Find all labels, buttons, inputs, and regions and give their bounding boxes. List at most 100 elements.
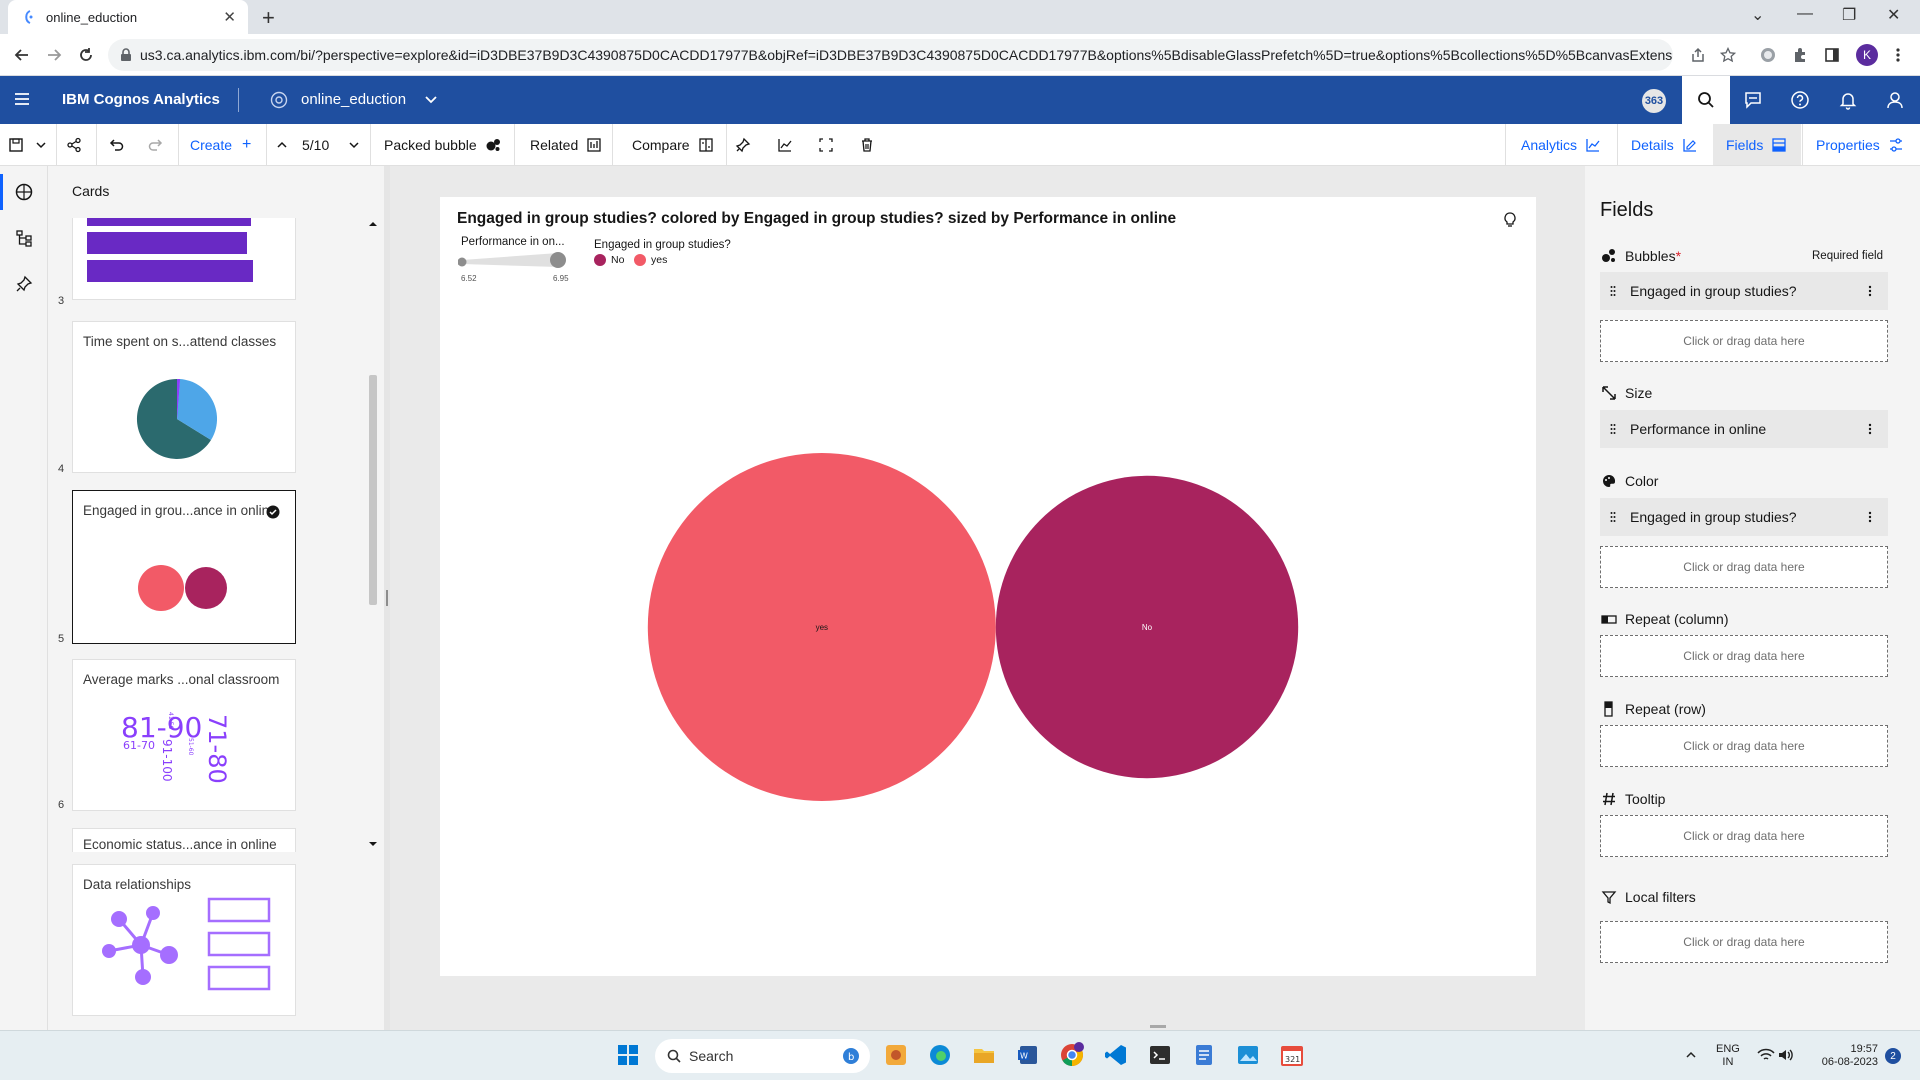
notification-badge[interactable]: 2 (1885, 1048, 1901, 1064)
save-icon[interactable] (8, 124, 24, 166)
taskbar-search-label: Search (689, 1048, 734, 1064)
hamburger-menu-icon[interactable] (12, 89, 32, 109)
bookmark-star-icon[interactable] (1718, 45, 1738, 65)
photos-icon[interactable] (1234, 1041, 1262, 1069)
focus-expand-icon[interactable] (818, 124, 834, 166)
extensions-puzzle-icon[interactable] (1790, 45, 1810, 65)
word-cloud-term: 71-80 (203, 714, 231, 784)
card-thumbnail-selected[interactable]: Engaged in grou...ance in online (72, 490, 296, 644)
repeat-row-dropzone[interactable]: Click or drag data here (1600, 725, 1888, 767)
create-button[interactable]: Create + (190, 124, 251, 166)
cards-scroll-thumb[interactable] (369, 375, 377, 605)
tooltip-dropzone[interactable]: Click or drag data here (1600, 815, 1888, 857)
card-thumbnail[interactable] (72, 218, 296, 300)
save-menu-chevron-icon[interactable] (35, 124, 47, 166)
search-icon[interactable] (1682, 76, 1730, 124)
widgets-icon[interactable] (882, 1041, 910, 1069)
cards-panel-title: Cards (72, 183, 110, 199)
extension-shield-icon[interactable] (1758, 45, 1778, 65)
close-tab-icon[interactable]: ✕ (223, 8, 236, 26)
side-panel-icon[interactable] (1822, 45, 1842, 65)
cards-icon[interactable] (12, 180, 36, 204)
dashboard-name[interactable]: online_eduction (301, 91, 406, 108)
svg-text:321: 321 (1285, 1055, 1300, 1064)
restore-icon[interactable]: ❐ (1842, 5, 1856, 25)
input-language[interactable]: ENG IN (1716, 1043, 1740, 1069)
visualization-card[interactable]: Engaged in group studies? colored by Eng… (440, 197, 1536, 976)
system-clock[interactable]: 19:57 06-08-2023 (1808, 1043, 1878, 1069)
file-explorer-icon[interactable] (970, 1041, 998, 1069)
fields-tab[interactable]: Fields (1726, 124, 1787, 166)
chat-icon[interactable] (1741, 88, 1765, 112)
card-title: Time spent on s...attend classes (83, 334, 277, 349)
drag-handle-icon[interactable] (1610, 285, 1620, 297)
profile-avatar[interactable]: K (1856, 44, 1878, 66)
card-number: 6 (58, 799, 65, 811)
pin-icon[interactable] (12, 272, 36, 296)
new-tab-icon[interactable]: + (262, 5, 275, 31)
pin-icon[interactable] (735, 124, 751, 166)
user-icon[interactable] (1883, 88, 1907, 112)
data-relationships-card[interactable]: Data relationships (72, 864, 296, 1016)
chevron-down-icon[interactable] (348, 124, 360, 166)
notification-count-badge[interactable]: 363 (1642, 89, 1666, 113)
overflow-menu-icon[interactable] (1860, 285, 1880, 297)
color-field-pill[interactable]: Engaged in group studies? (1600, 498, 1888, 536)
delete-icon[interactable] (859, 124, 875, 166)
tab-search-chevron-icon[interactable]: ⌄ (1751, 5, 1764, 25)
chrome-icon[interactable] (1058, 1041, 1086, 1069)
insights-chart-icon[interactable] (777, 124, 793, 166)
properties-tab[interactable]: Properties (1816, 124, 1904, 166)
bubbles-dropzone[interactable]: Click or drag data here (1600, 320, 1888, 362)
address-bar[interactable]: us3.ca.analytics.ibm.com/bi/?perspective… (108, 39, 1673, 71)
undo-icon[interactable] (108, 124, 124, 166)
show-hidden-icons-chevron[interactable] (1677, 1041, 1705, 1069)
compare-button[interactable]: Compare (632, 124, 714, 166)
volume-icon[interactable] (1772, 1041, 1800, 1069)
edge-browser-icon[interactable] (926, 1041, 954, 1069)
drag-handle-icon[interactable] (1610, 423, 1620, 435)
card-thumbnail[interactable]: Time spent on s...attend classes (72, 321, 296, 473)
vscode-icon[interactable] (1102, 1041, 1130, 1069)
chevron-up-icon[interactable] (276, 124, 288, 166)
change-visualization-button[interactable]: Packed bubble (384, 124, 501, 166)
minimize-icon[interactable]: — (1797, 5, 1813, 23)
terminal-icon[interactable] (1146, 1041, 1174, 1069)
toolbar-divider (266, 124, 267, 166)
card-thumbnail[interactable]: Economic status...ance in online (72, 828, 296, 852)
word-cloud-term: 41-50 (167, 712, 174, 730)
bubbles-field-pill[interactable]: Engaged in group studies? (1600, 272, 1888, 310)
close-window-icon[interactable]: ✕ (1887, 5, 1900, 25)
browser-tab[interactable]: online_eduction ✕ (8, 0, 248, 34)
color-dropzone[interactable]: Click or drag data here (1600, 546, 1888, 588)
calendar-app-icon[interactable]: 321 (1278, 1041, 1306, 1069)
redo-icon[interactable] (148, 124, 164, 166)
overflow-menu-icon[interactable] (1860, 423, 1880, 435)
bell-icon[interactable] (1836, 88, 1860, 112)
app-brand[interactable]: IBM Cognos Analytics (62, 91, 220, 108)
share-icon[interactable] (66, 124, 82, 166)
local-filters-dropzone[interactable]: Click or drag data here (1600, 921, 1888, 963)
overflow-menu-icon[interactable] (1860, 511, 1880, 523)
site-info-icon[interactable] (120, 48, 132, 62)
back-icon[interactable] (10, 43, 34, 67)
browser-menu-icon[interactable] (1888, 45, 1908, 65)
notepad-icon[interactable] (1190, 1041, 1218, 1069)
windows-taskbar: Search b W 321 ENG IN 19:57 06-08-2023 2 (0, 1030, 1920, 1080)
related-button[interactable]: Related (530, 124, 602, 166)
word-icon[interactable]: W (1014, 1041, 1042, 1069)
help-icon[interactable] (1788, 88, 1812, 112)
drag-handle-icon[interactable] (1610, 511, 1620, 523)
reload-icon[interactable] (74, 43, 98, 67)
share-icon[interactable] (1688, 45, 1708, 65)
forward-icon[interactable] (42, 43, 66, 67)
details-tab[interactable]: Details (1631, 124, 1698, 166)
analytics-tab[interactable]: Analytics (1521, 124, 1601, 166)
card-thumbnail[interactable]: Average marks ...onal classroom 81-90 71… (72, 659, 296, 811)
windows-start-icon[interactable] (614, 1041, 642, 1069)
data-tree-icon[interactable] (12, 226, 36, 250)
chevron-down-icon[interactable] (424, 92, 438, 106)
taskbar-search-box[interactable]: Search b (655, 1039, 870, 1073)
size-field-pill[interactable]: Performance in online (1600, 410, 1888, 448)
repeat-column-dropzone[interactable]: Click or drag data here (1600, 635, 1888, 677)
